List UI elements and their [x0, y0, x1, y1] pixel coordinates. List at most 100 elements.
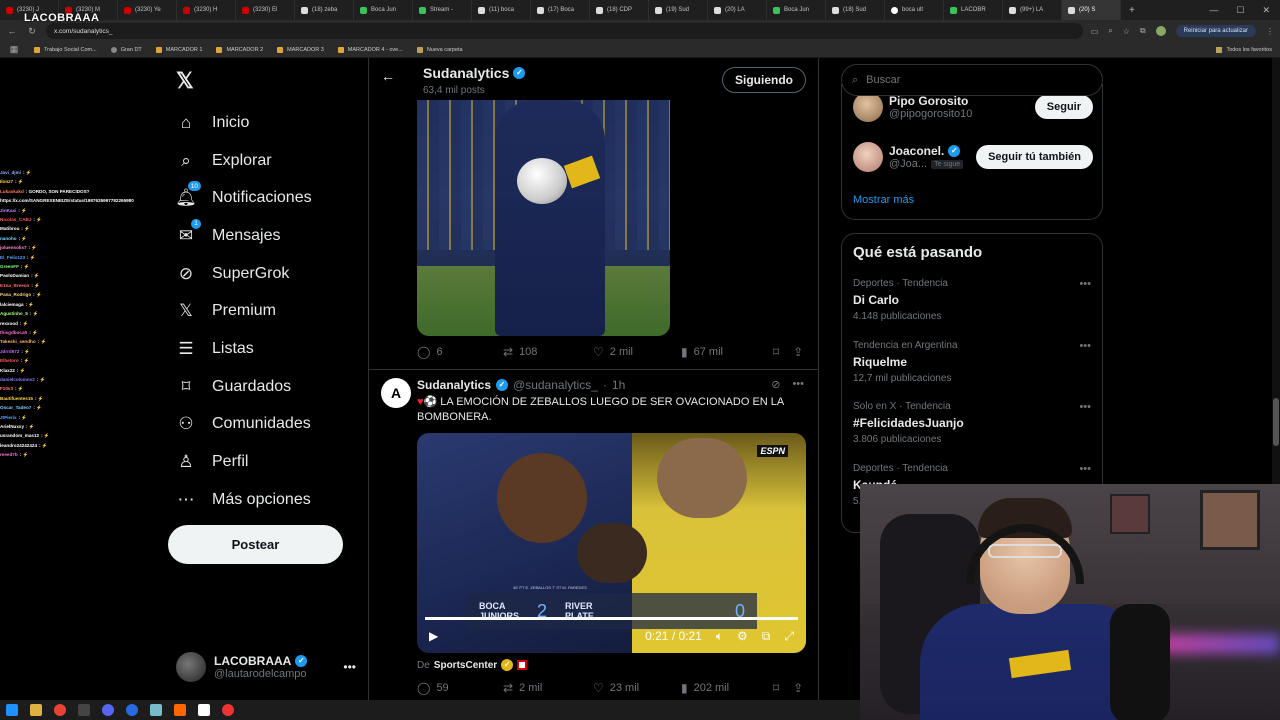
file-explorer-icon[interactable]	[30, 704, 42, 716]
profile-avatar[interactable]	[1155, 26, 1166, 36]
pip-icon[interactable]: ⧉	[762, 629, 771, 644]
views-button[interactable]: ▮ 67 mil	[681, 345, 773, 359]
extensions-icon[interactable]: ⧉	[1140, 26, 1146, 36]
more-icon[interactable]: •••	[343, 660, 356, 674]
bookmark-item[interactable]: MARCADOR 4 - ove...	[337, 46, 403, 53]
grok-icon[interactable]: ⊘	[771, 378, 780, 391]
x-logo-icon[interactable]: 𝕏	[176, 70, 198, 92]
nav-item-comunidades[interactable]: ⚇ Comunidades	[176, 406, 312, 444]
browser-tab[interactable]: Boca Jun	[767, 0, 826, 20]
app-icon[interactable]	[78, 704, 90, 716]
bookmark-icon[interactable]: ⌑	[773, 345, 779, 359]
zoom-icon[interactable]: ⌕	[1108, 26, 1112, 36]
browser-tab[interactable]: LACOBR	[944, 0, 1003, 20]
app-icon[interactable]	[198, 704, 210, 716]
following-button[interactable]: Siguiendo	[722, 67, 806, 93]
scrollbar-thumb[interactable]	[1273, 398, 1279, 446]
fullscreen-icon[interactable]: ⤢	[784, 629, 794, 644]
account-switcher[interactable]: LACOBRAAA ✓ @lautarodelcampo •••	[176, 650, 356, 684]
reply-button[interactable]: ◯ 59	[417, 681, 503, 695]
browser-tab[interactable]: (3230) El	[236, 0, 295, 20]
suggestion-name[interactable]: Joaconel. ✓	[889, 144, 963, 158]
show-more-link[interactable]: Mostrar más	[853, 194, 914, 206]
nav-item-premium[interactable]: 𝕏 Premium	[176, 292, 312, 330]
bookmark-item[interactable]: Nueva carpeta	[416, 46, 463, 53]
nav-item-guardados[interactable]: ⌑ Guardados	[176, 368, 312, 406]
discord-icon[interactable]	[102, 704, 114, 716]
tweet-handle[interactable]: @sudanalytics_	[513, 378, 598, 392]
reload-icon[interactable]: ↻	[26, 26, 38, 37]
bookmark-item[interactable]: MARCADOR 2	[216, 46, 263, 53]
back-arrow-icon[interactable]: ←	[381, 68, 395, 84]
repost-button[interactable]: ⇄ 108	[503, 345, 593, 359]
bookmark-item[interactable]: MARCADOR 3	[277, 46, 324, 53]
start-icon[interactable]	[6, 704, 18, 716]
cast-icon[interactable]: ▭	[1091, 27, 1099, 36]
back-icon[interactable]: ←	[6, 26, 18, 36]
video-progress-bar[interactable]	[425, 617, 798, 620]
apps-icon[interactable]: ▦	[8, 44, 20, 55]
suggestion-name[interactable]: Pipo Gorosito	[889, 94, 972, 108]
like-button[interactable]: ♡ 2 mil	[593, 345, 681, 359]
menu-icon[interactable]: ⋮	[1266, 27, 1274, 36]
close-icon[interactable]: ✕	[1262, 5, 1270, 16]
star-icon[interactable]: ☆	[1123, 27, 1130, 36]
trend-item[interactable]: Deportes · Tendencia Di Carlo 4.148 public…	[853, 278, 1093, 322]
bookmark-item[interactable]: MARCADOR 1	[155, 46, 202, 53]
nav-item-notificaciones[interactable]: 🔔︎ 10 Notificaciones	[175, 179, 312, 217]
more-icon[interactable]: •••	[792, 378, 804, 391]
new-tab-button[interactable]: +	[1121, 5, 1143, 16]
nav-item-perfil[interactable]: ♙ Perfil	[176, 443, 312, 481]
bookmark-item[interactable]: Gran DT	[110, 46, 142, 53]
follow-back-button[interactable]: Seguir tú también	[976, 145, 1093, 169]
browser-tab[interactable]: (18) Sud	[826, 0, 885, 20]
browser-tab[interactable]: (20) S	[1062, 0, 1121, 20]
browser-tab[interactable]: (18) CDP	[590, 0, 649, 20]
edge-icon[interactable]	[126, 704, 138, 716]
more-icon[interactable]: •••	[1079, 463, 1091, 475]
app-icon[interactable]	[150, 704, 162, 716]
tweet-time[interactable]: 1h	[612, 378, 625, 392]
avatar[interactable]	[853, 92, 883, 122]
browser-tab[interactable]: (11) boca	[472, 0, 531, 20]
like-button[interactable]: ♡ 23 mil	[593, 681, 681, 695]
maximize-icon[interactable]: ☐	[1236, 5, 1244, 16]
avatar[interactable]	[853, 142, 883, 172]
more-icon[interactable]: •••	[1079, 401, 1091, 413]
share-icon[interactable]: ⇪	[793, 345, 803, 359]
tweet-image[interactable]	[417, 100, 670, 336]
views-button[interactable]: ▮ 202 mil	[681, 681, 773, 695]
app-icon[interactable]	[174, 704, 186, 716]
browser-tab[interactable]: Stream -	[413, 0, 472, 20]
trend-item[interactable]: Tendencia en Argentina Riquelme 12,7 mil p…	[853, 340, 1093, 384]
follow-button[interactable]: Seguir	[1034, 95, 1093, 119]
trend-item[interactable]: Solo en X · Tendencia #FelicidadesJuanjo 3…	[853, 401, 1093, 445]
tweet-author[interactable]: Sudanalytics	[417, 378, 491, 392]
post-button[interactable]: Postear	[168, 525, 343, 564]
browser-tab[interactable]: (18) zeba	[295, 0, 354, 20]
play-icon[interactable]: ▶	[429, 629, 438, 643]
browser-tab[interactable]: (99+) LA	[1003, 0, 1062, 20]
bookmark-item[interactable]: Trabajo Social Com...	[34, 46, 97, 53]
more-icon[interactable]: •••	[1079, 340, 1091, 352]
browser-tab[interactable]: boca ult	[885, 0, 944, 20]
nav-item-mensajes[interactable]: ✉ 1 Mensajes	[176, 217, 312, 255]
browser-tab[interactable]: (20) LA	[708, 0, 767, 20]
nav-item-mas-opciones[interactable]: ⋯ Más opciones	[176, 481, 312, 519]
nav-item-supergrok[interactable]: ⊘ SuperGrok	[176, 255, 312, 293]
bookmark-icon[interactable]: ⌑	[773, 681, 779, 695]
tweet-avatar[interactable]: A	[381, 378, 411, 408]
obs-icon[interactable]	[222, 704, 234, 716]
chrome-icon[interactable]	[54, 704, 66, 716]
settings-icon[interactable]: ⚙	[737, 629, 748, 644]
browser-tab[interactable]: Boca Jun	[354, 0, 413, 20]
all-bookmarks[interactable]: Todos los favoritos	[1216, 46, 1272, 53]
search-input[interactable]: ⌕ Buscar	[841, 64, 1103, 96]
update-button[interactable]: Reiniciar para actualizar	[1175, 25, 1256, 37]
nav-item-listas[interactable]: ☰ Listas	[176, 330, 312, 368]
more-icon[interactable]: •••	[1079, 278, 1091, 290]
video-player[interactable]: ESPN 45' PT E. ZEBALLOS 7' ST M. PAREDES…	[417, 433, 806, 653]
nav-item-inicio[interactable]: ⌂ Inicio	[176, 104, 312, 142]
browser-tab[interactable]: (19) Sud	[649, 0, 708, 20]
browser-tab[interactable]: (3230) Ye	[118, 0, 177, 20]
